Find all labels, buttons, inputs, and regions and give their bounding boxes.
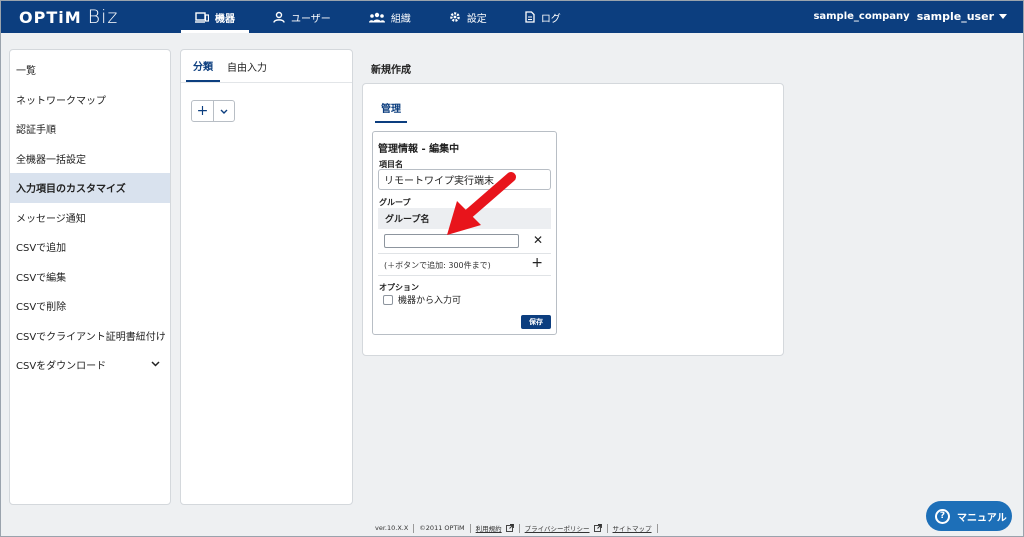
sidebar-item-csv-add[interactable]: CSVで追加	[10, 232, 170, 262]
main-nav: 機器 ユーザー 組織 設定 ログ	[181, 1, 585, 33]
user-name: sample_user	[916, 10, 994, 23]
device-icon	[195, 11, 209, 23]
nav-label: 組織	[390, 13, 411, 25]
sidebar-item-label: 一覧	[16, 66, 36, 78]
tab-free-input[interactable]: 自由入力	[220, 50, 274, 82]
nav-label: 機器	[215, 13, 235, 25]
sidebar-item-label: メッセージ通知	[16, 213, 86, 225]
sidebar-item-label: 認証手順	[16, 125, 56, 137]
sidebar-item-csv-delete[interactable]: CSVで削除	[10, 291, 170, 321]
copyright-text: ©2011 OPTiM	[419, 524, 465, 532]
sidebar-item-bulk-settings[interactable]: 全機器一括設定	[10, 144, 170, 174]
nav-item-users[interactable]: ユーザー	[259, 1, 345, 33]
sidebar-item-label: CSVで削除	[16, 302, 67, 314]
version-text: ver.10.X.X	[375, 524, 409, 532]
group-label: グループ	[379, 198, 411, 207]
gear-icon	[450, 12, 460, 22]
sidebar-item-auth-procedure[interactable]: 認証手順	[10, 114, 170, 144]
tab-classification[interactable]: 分類	[186, 50, 220, 82]
nav-label: ログ	[540, 13, 561, 25]
group-add-hint: (＋ボタンで追加: 300件まで)	[384, 261, 491, 270]
caret-down-icon	[999, 14, 1007, 19]
option-checkbox[interactable]	[383, 294, 393, 305]
sidebar-item-label: 全機器一括設定	[16, 154, 86, 166]
page-title: 新規作成	[371, 65, 411, 76]
sidebar-item-label: ネットワークマップ	[16, 95, 106, 107]
manual-button[interactable]: ? マニュアル	[926, 501, 1012, 531]
nav-label: ユーザー	[291, 13, 331, 25]
logo-secondary: Biz	[87, 6, 119, 28]
log-icon	[525, 11, 535, 23]
nav-item-organization[interactable]: 組織	[355, 1, 425, 33]
sidebar: 一覧 ネットワークマップ 認証手順 全機器一括設定 入力項目のカスタマイズ メッ…	[9, 49, 171, 505]
nav-item-settings[interactable]: 設定	[435, 1, 501, 33]
add-button-group: +	[191, 100, 235, 122]
create-form-panel: 管理 管理情報 - 編集中 項目名 リモートワイプ実行端末 グループ グループ名…	[362, 83, 784, 356]
chevron-down-icon	[151, 361, 160, 367]
sidebar-item-label: CSVでクライアント証明書紐付け	[16, 331, 166, 343]
top-navigation-bar: OPTiM Biz 機器 ユーザー 組織 設定 ログ sample_company…	[1, 1, 1023, 33]
sitemap-link[interactable]: サイトマップ	[613, 523, 652, 533]
logo-primary: OPTiM	[19, 8, 82, 27]
tab-management[interactable]: 管理	[375, 100, 407, 123]
category-panel: 分類 自由入力 +	[180, 49, 353, 505]
chevron-down-icon	[220, 109, 228, 114]
sidebar-item-csv-edit[interactable]: CSVで編集	[10, 262, 170, 292]
user-menu[interactable]: sample_company sample_user	[813, 10, 1007, 23]
add-dropdown-button[interactable]	[214, 101, 234, 121]
company-name: sample_company	[813, 11, 910, 22]
close-icon[interactable]: ✕	[533, 233, 543, 247]
footer: ver.10.X.X ©2011 OPTiM 利用規約 プライバシーポリシー サ…	[375, 523, 663, 533]
sidebar-item-message-notify[interactable]: メッセージ通知	[10, 203, 170, 233]
privacy-link[interactable]: プライバシーポリシー	[525, 523, 590, 533]
annotation-arrow-icon	[447, 172, 516, 235]
external-link-icon	[505, 524, 514, 532]
sidebar-item-csv-cert-link[interactable]: CSVでクライアント証明書紐付け	[10, 321, 170, 351]
divider	[606, 523, 608, 533]
divider	[469, 523, 471, 533]
plus-icon[interactable]: +	[531, 255, 543, 271]
sidebar-item-csv-download[interactable]: CSVをダウンロード	[10, 350, 170, 380]
category-tabs: 分類 自由入力	[181, 50, 352, 83]
sidebar-item-label: CSVをダウンロード	[16, 361, 107, 373]
add-button[interactable]: +	[192, 101, 214, 121]
external-link-icon	[593, 524, 602, 532]
group-add-row: (＋ボタンで追加: 300件まで) +	[378, 255, 551, 276]
sidebar-item-list[interactable]: 一覧	[10, 55, 170, 85]
sidebar-item-label: 入力項目のカスタマイズ	[16, 184, 126, 196]
sidebar-item-customize-fields[interactable]: 入力項目のカスタマイズ	[10, 173, 170, 203]
sidebar-item-network-map[interactable]: ネットワークマップ	[10, 85, 170, 115]
divider	[518, 523, 520, 533]
save-button[interactable]: 保存	[521, 315, 551, 329]
organization-icon	[368, 12, 385, 22]
sidebar-item-label: CSVで追加	[16, 243, 67, 255]
sidebar-item-label: CSVで編集	[16, 272, 67, 284]
option-checkbox-row[interactable]: 機器から入力可	[383, 293, 461, 306]
app-logo[interactable]: OPTiM Biz	[19, 6, 118, 28]
option-label: オプション	[379, 283, 419, 292]
terms-link[interactable]: 利用規約	[476, 523, 502, 533]
nav-item-logs[interactable]: ログ	[511, 1, 575, 33]
option-checkbox-label: 機器から入力可	[398, 296, 462, 306]
divider	[656, 523, 658, 533]
user-icon	[273, 11, 285, 23]
manual-button-label: マニュアル	[957, 512, 1007, 524]
help-icon: ?	[935, 508, 950, 524]
divider	[413, 523, 415, 533]
nav-item-devices[interactable]: 機器	[181, 1, 249, 33]
card-title: 管理情報 - 編集中	[378, 144, 460, 155]
nav-label: 設定	[466, 13, 487, 25]
